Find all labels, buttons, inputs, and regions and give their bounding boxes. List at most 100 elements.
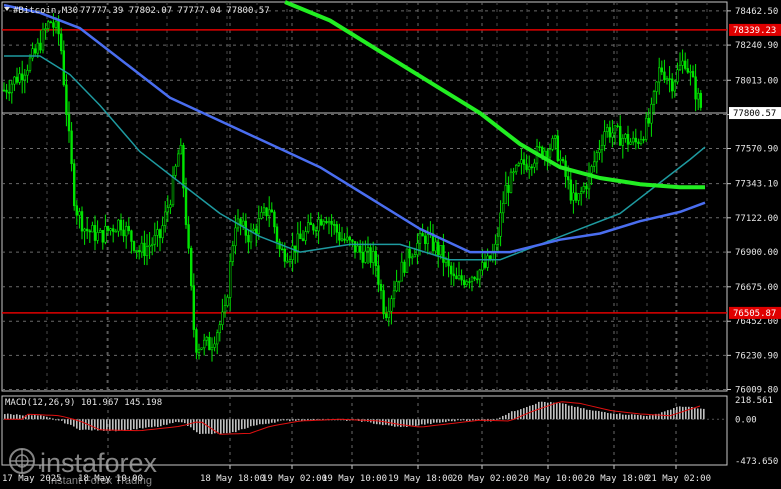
candle-body	[470, 276, 474, 282]
candle-body	[624, 134, 627, 139]
candle-body	[283, 248, 286, 262]
macd-bar	[439, 419, 441, 423]
price-tick-label: 76009.80	[735, 385, 778, 395]
macd-bar	[436, 419, 438, 423]
candle-body	[322, 221, 325, 226]
macd-bar	[157, 419, 159, 427]
candle-body	[647, 117, 651, 124]
candle-body	[621, 137, 625, 146]
macd-bar	[472, 419, 474, 421]
candle-body	[538, 146, 541, 148]
candle-body	[382, 290, 385, 315]
candle-body	[603, 131, 606, 146]
candle-body	[353, 241, 357, 253]
candle-body	[436, 241, 440, 256]
candle-body	[262, 207, 266, 213]
macd-bar	[169, 419, 171, 424]
macd-bar	[376, 419, 378, 425]
candle-body	[421, 233, 424, 237]
macd-bar	[121, 419, 123, 431]
macd-bar	[142, 419, 144, 429]
macd-bar	[172, 419, 174, 424]
candle-body	[221, 311, 224, 325]
candle-body	[670, 78, 674, 92]
candle-body	[177, 153, 180, 167]
candle-body	[676, 69, 679, 83]
macd-bar	[301, 419, 303, 421]
candle-body	[356, 245, 359, 253]
time-tick-label: 19 May 18:00	[388, 474, 453, 484]
macd-bar	[685, 406, 687, 420]
price-axis[interactable]: 78462.5078240.9078013.0077790.9077570.90…	[727, 7, 781, 467]
candle-body	[585, 186, 588, 190]
macd-bar	[409, 419, 411, 426]
price-tick-label: 77343.10	[735, 180, 778, 190]
macd-bar	[148, 419, 150, 428]
candle-body	[190, 247, 193, 287]
macd-bar	[538, 401, 540, 420]
candle-body	[247, 235, 250, 243]
candle-body	[426, 234, 429, 244]
candle-body	[444, 259, 448, 263]
macd-bar	[547, 402, 549, 420]
candle-body	[579, 191, 583, 194]
candle-body	[286, 260, 289, 263]
macd-bar	[532, 405, 534, 420]
macd-bar	[520, 409, 522, 420]
macd-bar	[616, 414, 618, 420]
macd-bar	[55, 419, 57, 421]
candle-body	[195, 329, 198, 353]
candle-body	[525, 164, 528, 170]
time-axis[interactable]: 17 May 2025 18 May 10:00 18 May 18:0019 Ma…	[2, 465, 711, 484]
candle-body	[132, 241, 136, 251]
candle-body	[400, 261, 403, 282]
level-lines	[2, 29, 727, 314]
candle-body	[361, 251, 364, 263]
candle-body	[119, 219, 123, 231]
time-tick-label: 18 May 10:00	[78, 474, 143, 484]
price-tick-label: 78013.00	[735, 76, 778, 86]
candle-body	[572, 192, 575, 201]
candle-body	[304, 231, 307, 241]
candle-body	[403, 261, 406, 273]
candle-body	[678, 65, 682, 71]
macd-bar	[502, 415, 504, 420]
resistance-tag-label: 78339.23	[733, 26, 776, 36]
macd-bar	[4, 414, 6, 420]
candle-body	[299, 233, 302, 240]
candle-body	[374, 251, 377, 267]
candle-body	[408, 248, 411, 259]
macd-bar	[217, 419, 219, 434]
candle-body	[158, 229, 162, 239]
macd-bar	[469, 419, 471, 421]
macd-bar	[166, 419, 168, 425]
candle-body	[512, 171, 515, 174]
candle-body	[574, 192, 578, 201]
time-tick-label: 21 May 02:00	[646, 474, 711, 484]
candle-body	[626, 134, 630, 145]
macd-bar	[667, 410, 669, 420]
candle-body	[533, 162, 536, 168]
macd-bar	[382, 419, 384, 426]
candle-body	[26, 70, 29, 76]
candle-body	[23, 74, 26, 81]
candle-body	[52, 22, 55, 28]
macd-bar	[442, 419, 444, 423]
moving-averages	[3, 0, 706, 261]
macd-bar	[625, 414, 627, 420]
candle-body	[338, 232, 341, 241]
candle-body	[468, 281, 471, 283]
candle-body	[78, 211, 81, 216]
macd-bar	[292, 419, 294, 421]
macd-bar	[37, 415, 39, 420]
macd-bar	[7, 413, 9, 420]
macd-bar	[631, 414, 633, 420]
candle-body	[99, 230, 102, 233]
macd-bar	[460, 419, 462, 421]
price-chart[interactable]: instaforex Instant Forex Trading 78462.5…	[0, 0, 781, 489]
candle-body	[41, 28, 45, 51]
candle-body	[18, 73, 21, 83]
candle-body	[28, 57, 32, 71]
candle-body	[595, 152, 599, 163]
candle-body	[631, 137, 635, 143]
